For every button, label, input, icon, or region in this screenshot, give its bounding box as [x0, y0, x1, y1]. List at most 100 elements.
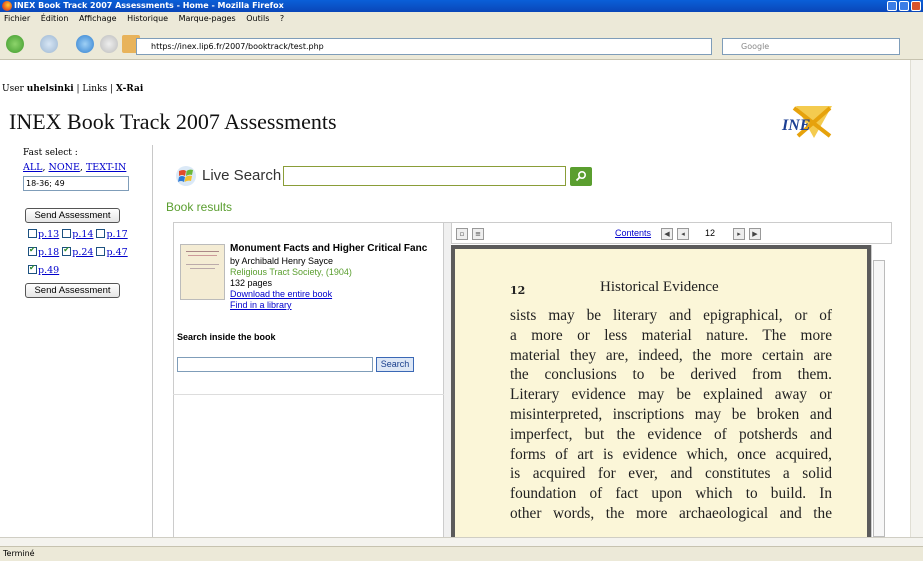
left-sidebar [0, 145, 153, 537]
links-link[interactable]: Links [82, 84, 107, 94]
fast-select-links: ALL, NONE, TEXT-IN [23, 162, 127, 173]
book-title: Monument Facts and Higher Critical Fanc [230, 243, 428, 254]
close-button[interactable] [911, 1, 921, 11]
inex-logo: INE [774, 102, 836, 142]
page-checkbox-p49[interactable]: p.49 [28, 263, 59, 276]
search-inside-button[interactable]: Search [376, 357, 414, 372]
viewer-toolbar: ▫ ≡ ◀ ◂ ▸ ▶ [451, 222, 892, 244]
window-title-bar: INEX Book Track 2007 Assessments - Home … [0, 0, 923, 12]
page-link[interactable]: p.17 [106, 229, 127, 240]
menu-affichage[interactable]: Affichage [79, 14, 117, 23]
text-line: sists may be literary and epigraphical, … [510, 307, 832, 324]
menu-bar: Fichier Édition Affichage Historique Mar… [0, 12, 923, 26]
checkbox[interactable] [96, 247, 106, 256]
menu-marque-pages[interactable]: Marque-pages [179, 14, 236, 23]
page-checkbox-list-2: p.18 p.24 p.47 [28, 245, 128, 258]
checkbox[interactable] [96, 229, 106, 238]
page-link[interactable]: p.47 [106, 247, 127, 258]
menu-outils[interactable]: Outils [246, 14, 269, 23]
text-line: misinterpreted, inscriptions may be brok… [510, 405, 832, 423]
page-checkbox-p14[interactable]: p.14 [62, 229, 93, 240]
text-line: is acquired for ever, and constitutes a … [510, 465, 832, 483]
page-vertical-scrollbar[interactable] [910, 60, 923, 537]
url-text: https://inex.lip6.fr/2007/booktrack/test… [151, 42, 324, 51]
page-image-text: sists may be literary and epigraphical, … [510, 306, 832, 524]
next-page-icon[interactable]: ▸ [733, 228, 745, 240]
select-none-link[interactable]: NONE [49, 162, 80, 173]
search-inside-input[interactable] [177, 357, 373, 372]
single-page-view-icon[interactable]: ▫ [456, 228, 468, 240]
checkbox-checked[interactable] [28, 245, 37, 256]
book-author: by Archibald Henry Sayce [230, 256, 334, 266]
page-link[interactable]: p.24 [72, 247, 93, 258]
menu-help[interactable]: ? [280, 14, 284, 23]
divider [173, 394, 444, 395]
checkbox[interactable] [62, 229, 72, 238]
select-text-in-link[interactable]: TEXT-IN [86, 162, 126, 173]
page-checkbox-list: p.13 p.14 p.17 [28, 229, 128, 240]
book-cover-thumbnail[interactable] [180, 244, 225, 300]
fast-select-label: Fast select : [23, 148, 78, 158]
forward-icon[interactable] [40, 35, 58, 53]
last-page-icon[interactable]: ▶ [749, 228, 761, 240]
checkbox-checked[interactable] [62, 245, 72, 256]
url-bar[interactable]: https://inex.lip6.fr/2007/booktrack/test… [136, 38, 712, 55]
select-all-link[interactable]: ALL [23, 162, 42, 173]
live-search-brand: Live Search [202, 167, 282, 184]
book-publisher: Religious Tract Society, (1904) [230, 267, 352, 277]
page-checkbox-list-3: p.49 [28, 263, 59, 276]
menu-fichier[interactable]: Fichier [4, 14, 30, 23]
contents-link[interactable]: Contents [615, 228, 651, 238]
text-line: a more or less material nature. The more [510, 326, 832, 344]
live-search-button[interactable] [570, 167, 592, 186]
menu-edition[interactable]: Édition [41, 14, 69, 23]
send-assessment-button-top[interactable]: Send Assessment [25, 208, 120, 223]
text-line: imperfect, but the evidence of potsherds… [510, 425, 832, 443]
page-checkbox-p13[interactable]: p.13 [28, 229, 59, 240]
xrai-link[interactable]: X-Rai [116, 84, 143, 94]
browser-search-placeholder: Google [741, 42, 770, 51]
horizontal-scrollbar[interactable] [0, 537, 923, 546]
page-checkbox-p18[interactable]: p.18 [28, 245, 59, 258]
current-page-number: 12 [705, 228, 716, 238]
previous-page-icon[interactable]: ◂ [677, 228, 689, 240]
panel-splitter[interactable] [444, 222, 451, 537]
page-title: INEX Book Track 2007 Assessments [9, 109, 337, 134]
minimize-button[interactable] [887, 1, 897, 11]
print-icon[interactable]: ≡ [472, 228, 484, 240]
live-search-input[interactable] [283, 166, 566, 186]
stop-icon[interactable] [100, 35, 118, 53]
back-icon[interactable] [6, 35, 24, 53]
user-line: User uhelsinki | Links | X-Rai [2, 84, 144, 94]
reload-icon[interactable] [76, 35, 94, 53]
checkbox[interactable] [28, 229, 37, 238]
first-page-icon[interactable]: ◀ [661, 228, 673, 240]
firefox-icon [2, 1, 12, 11]
find-in-library-link[interactable]: Find in a library [230, 300, 292, 310]
window-title: INEX Book Track 2007 Assessments - Home … [14, 1, 284, 10]
page-link[interactable]: p.49 [38, 265, 59, 276]
page-checkbox-p24[interactable]: p.24 [62, 245, 93, 258]
menu-historique[interactable]: Historique [127, 14, 168, 23]
page-link[interactable]: p.13 [38, 229, 59, 240]
fast-select-value: 18-36; 49 [26, 179, 65, 188]
book-results-heading: Book results [166, 200, 233, 214]
username: uhelsinki [26, 84, 74, 94]
live-search-logo-icon [176, 166, 196, 186]
maximize-button[interactable] [899, 1, 909, 11]
fast-select-input[interactable]: 18-36; 49 [23, 176, 129, 191]
page-link[interactable]: p.14 [72, 229, 93, 240]
viewer-scroll-thumb[interactable] [873, 260, 885, 537]
text-line: foundation of fact upon which to build. … [510, 485, 832, 503]
download-book-link[interactable]: Download the entire book [230, 289, 332, 299]
page-checkbox-p47[interactable]: p.47 [96, 247, 128, 258]
text-line: other words, the more archaeological and… [510, 504, 832, 522]
browser-search-box[interactable]: Google [722, 38, 900, 55]
page-link[interactable]: p.18 [38, 247, 59, 258]
page-checkbox-p17[interactable]: p.17 [96, 229, 128, 240]
search-inside-label: Search inside the book [177, 332, 276, 342]
send-assessment-button-bottom[interactable]: Send Assessment [25, 283, 120, 298]
text-line: material they are, indeed, the more cert… [510, 346, 832, 364]
checkbox-checked[interactable] [28, 263, 37, 274]
book-page-count: 132 pages [230, 278, 273, 288]
